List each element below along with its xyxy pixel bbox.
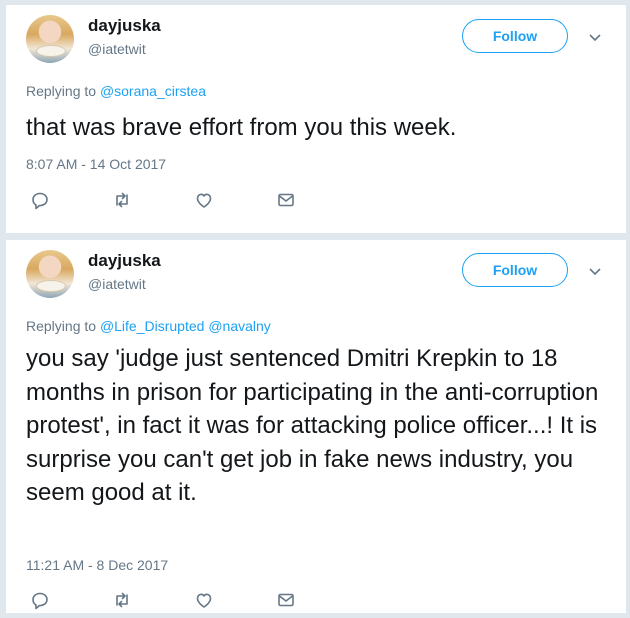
chevron-down-icon[interactable] bbox=[588, 264, 602, 278]
tweet-card: dayjuska @iatetwit Follow Replying to @s… bbox=[6, 5, 626, 233]
replying-to: Replying to @Life_Disrupted @navalny bbox=[26, 318, 271, 334]
mention-link[interactable]: @sorana_cirstea bbox=[100, 83, 206, 99]
action-bar bbox=[26, 590, 326, 610]
follow-button[interactable]: Follow bbox=[462, 253, 568, 287]
tweet-text: that was brave effort from you this week… bbox=[26, 114, 457, 141]
tweet-card: dayjuska @iatetwit Follow Replying to @L… bbox=[6, 240, 626, 613]
message-icon[interactable] bbox=[276, 190, 296, 210]
user-handle[interactable]: @iatetwit bbox=[88, 276, 146, 292]
reply-icon[interactable] bbox=[30, 590, 50, 610]
retweet-icon[interactable] bbox=[112, 190, 132, 210]
reply-icon[interactable] bbox=[30, 190, 50, 210]
mention-link[interactable]: @Life_Disrupted bbox=[100, 318, 205, 334]
replying-prefix: Replying to bbox=[26, 318, 97, 334]
retweet-icon[interactable] bbox=[112, 590, 132, 610]
chevron-down-icon[interactable] bbox=[588, 30, 602, 44]
timestamp[interactable]: 11:21 AM - 8 Dec 2017 bbox=[26, 557, 168, 573]
display-name[interactable]: dayjuska bbox=[88, 16, 161, 36]
replying-to: Replying to @sorana_cirstea bbox=[26, 83, 206, 99]
avatar[interactable] bbox=[26, 250, 74, 298]
display-name[interactable]: dayjuska bbox=[88, 251, 161, 271]
like-icon[interactable] bbox=[194, 190, 214, 210]
avatar[interactable] bbox=[26, 15, 74, 63]
message-icon[interactable] bbox=[276, 590, 296, 610]
user-handle[interactable]: @iatetwit bbox=[88, 41, 146, 57]
mention-link[interactable]: @navalny bbox=[208, 318, 270, 334]
like-icon[interactable] bbox=[194, 590, 214, 610]
tweet-text: you say 'judge just sentenced Dmitri Kre… bbox=[26, 345, 599, 506]
timestamp[interactable]: 8:07 AM - 14 Oct 2017 bbox=[26, 156, 166, 172]
follow-button[interactable]: Follow bbox=[462, 19, 568, 53]
replying-prefix: Replying to bbox=[26, 83, 97, 99]
action-bar bbox=[26, 190, 326, 210]
